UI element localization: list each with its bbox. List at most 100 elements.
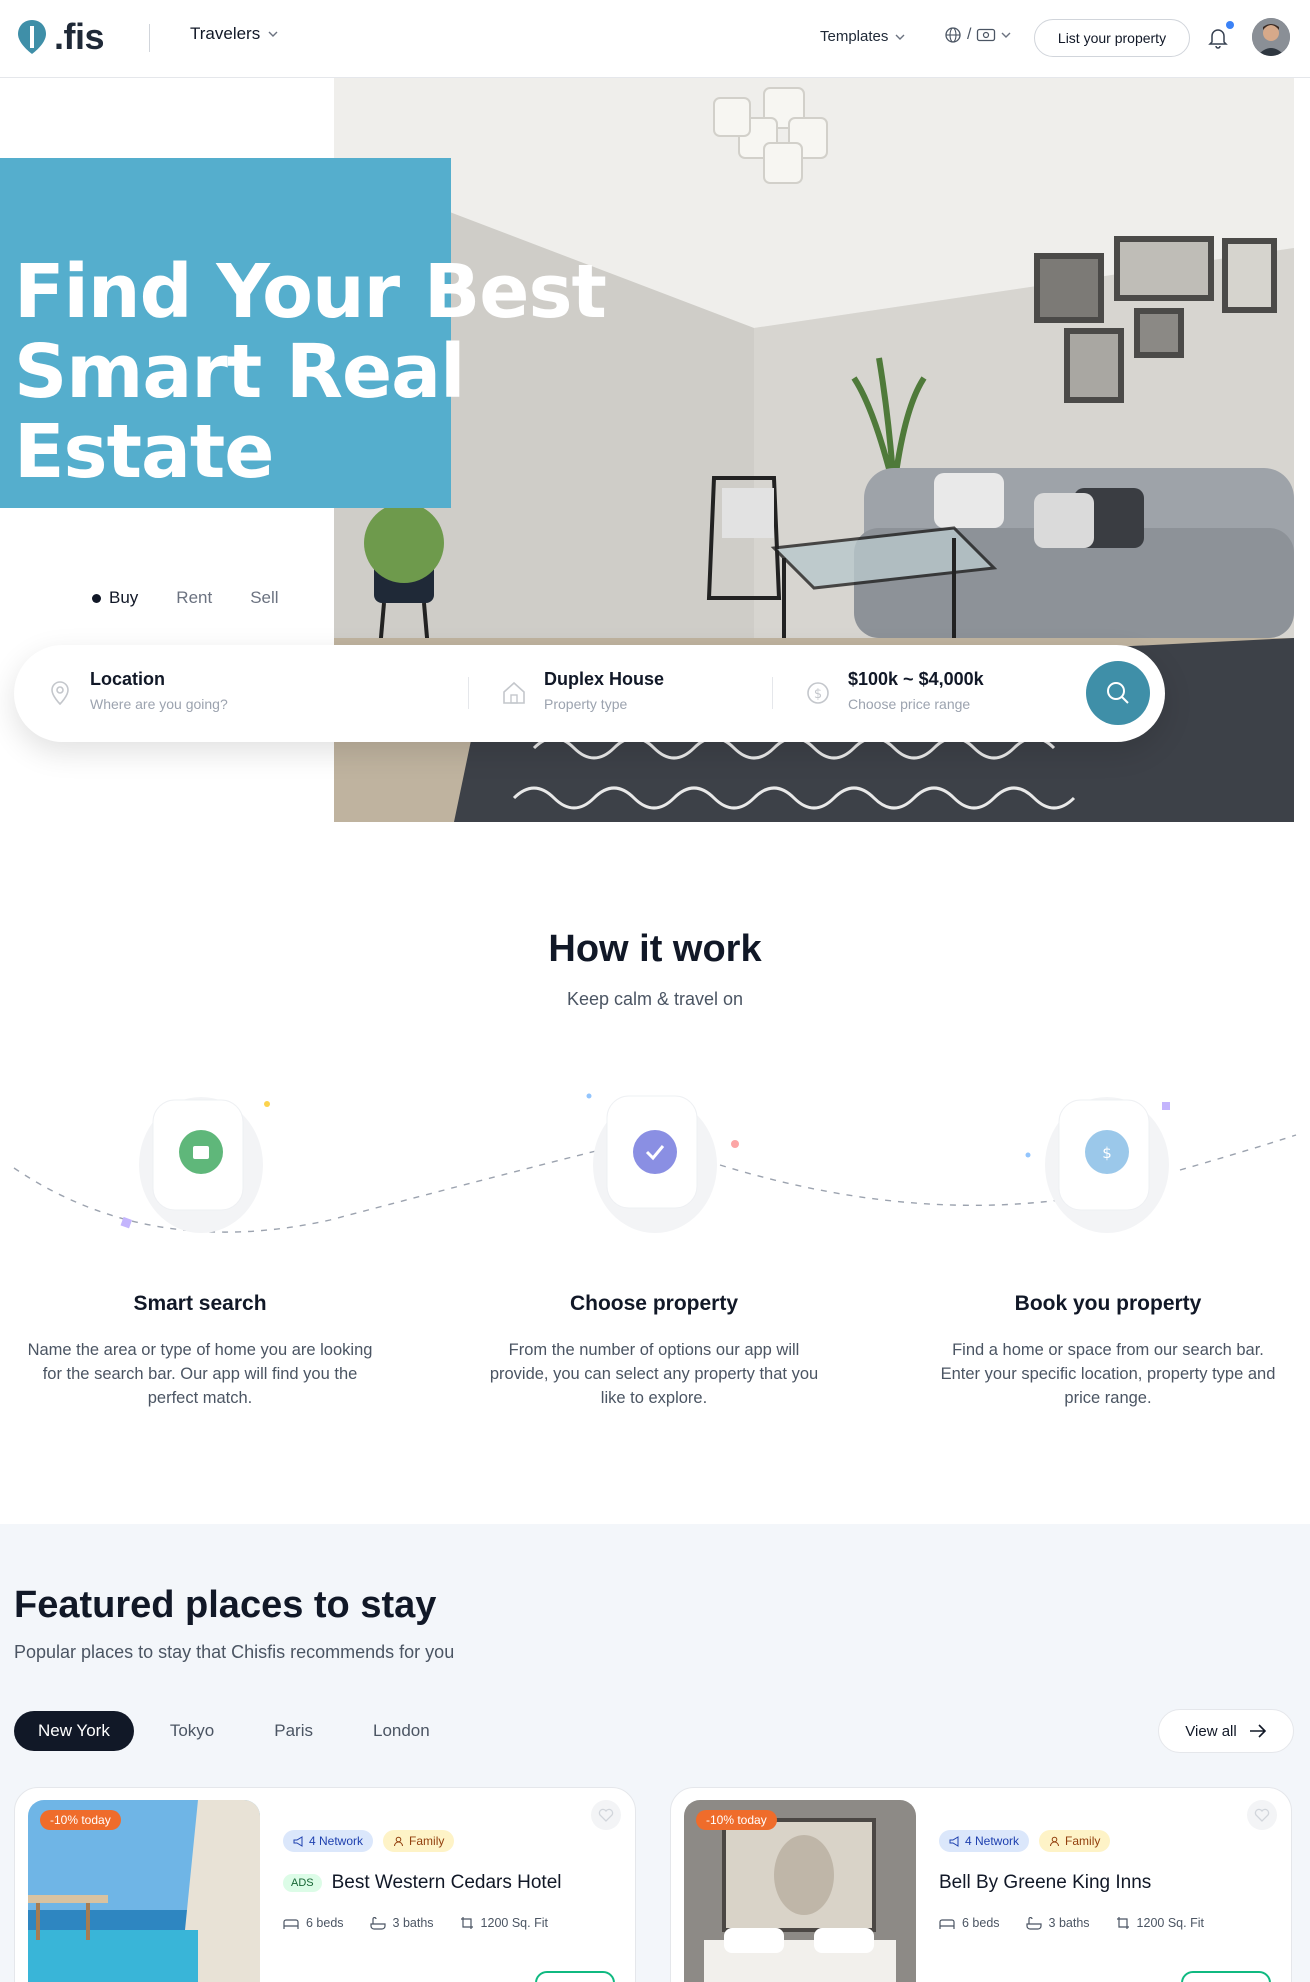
search-button[interactable] (1086, 661, 1150, 725)
user-icon (1050, 1836, 1060, 1846)
tab-tokyo[interactable]: Tokyo (146, 1711, 238, 1751)
price-range-field[interactable]: $ $100k ~ $4,000k Choose price range (804, 669, 984, 712)
home-icon (503, 681, 525, 704)
network-badge: 4 Network (939, 1830, 1030, 1852)
tab-rent[interactable]: Rent (176, 588, 212, 608)
step-illustration-search (131, 1090, 271, 1240)
map-pin-icon (51, 681, 69, 706)
svg-text:$: $ (1102, 1144, 1112, 1162)
ads-badge: ADS (283, 1874, 322, 1892)
area-icon (1116, 1917, 1129, 1929)
logo[interactable]: .fis (16, 16, 105, 58)
bell-icon[interactable] (1206, 25, 1230, 49)
templates-label: Templates (820, 28, 889, 45)
network-label: 4 Network (965, 1834, 1020, 1848)
step-title-book-property: Book you property (1014, 1292, 1202, 1315)
step-illustration-book: $ (1037, 1090, 1177, 1240)
price-badge (535, 1971, 615, 1982)
listing-image[interactable]: -10% today (28, 1800, 260, 1982)
tab-london[interactable]: London (349, 1711, 454, 1751)
tab-sell[interactable]: Sell (250, 588, 278, 608)
area-icon (460, 1917, 473, 1929)
step-title-choose-property: Choose property (569, 1292, 739, 1315)
family-badge: Family (1039, 1830, 1111, 1852)
travelers-dropdown[interactable]: Travelers (190, 24, 278, 44)
bath-icon (369, 1916, 386, 1930)
search-divider (772, 677, 773, 709)
travelers-label: Travelers (190, 24, 261, 43)
chevron-down-icon (895, 34, 905, 40)
step-illustration-choose (585, 1090, 725, 1240)
view-all-label: View all (1185, 1722, 1237, 1740)
avatar-image (1252, 18, 1290, 56)
property-type-field[interactable]: Duplex House Property type (500, 669, 664, 712)
property-type-sub: Property type (544, 696, 628, 712)
header-divider (149, 24, 150, 52)
listing-card[interactable]: -10% today 4 Network Family ADS Best Wes… (14, 1787, 636, 1982)
listing-name[interactable]: Bell By Greene King Inns (939, 1872, 1151, 1894)
step-desc-smart-search: Name the area or type of home you are lo… (27, 1341, 373, 1407)
search-bar: Location Where are you going? Duplex Hou… (14, 645, 1165, 742)
templates-dropdown[interactable]: Templates (820, 28, 905, 45)
logo-text: .fis (54, 16, 105, 57)
tab-paris[interactable]: Paris (250, 1711, 337, 1751)
beds-label: 6 beds (306, 1916, 344, 1930)
beds-info: 6 beds (283, 1916, 344, 1930)
discount-badge: -10% today (696, 1810, 777, 1830)
listing-name[interactable]: Best Western Cedars Hotel (332, 1872, 562, 1894)
baths-info: 3 baths (1025, 1916, 1090, 1930)
price-range-title: $100k ~ $4,000k (848, 669, 984, 689)
bed-icon (939, 1918, 955, 1929)
price-range-sub: Choose price range (848, 696, 971, 712)
chevron-down-icon (268, 31, 278, 37)
baths-label: 3 baths (392, 1916, 434, 1930)
currency-icon (977, 28, 996, 42)
location-field[interactable]: Location Where are you going? (46, 669, 228, 712)
step-title-smart-search: Smart search (133, 1292, 267, 1315)
property-type-title: Duplex House (544, 669, 665, 689)
listing-card[interactable]: -10% today 4 Network Family Bell By Gree… (670, 1787, 1292, 1982)
globe-icon (945, 27, 961, 43)
listing-badges: 4 Network Family (939, 1830, 1111, 1852)
area-label: 1200 Sq. Fit (480, 1916, 548, 1930)
chevron-down-icon (1001, 32, 1011, 38)
family-label: Family (1065, 1834, 1101, 1848)
listing-title-row: ADS Best Western Cedars Hotel (283, 1872, 561, 1894)
step-desc-choose-property: From the number of options our app will … (489, 1341, 819, 1407)
step-desc-book-property: Find a home or space from our search bar… (940, 1341, 1276, 1407)
beds-label: 6 beds (962, 1916, 1000, 1930)
bath-icon (1025, 1916, 1042, 1930)
svg-text:$: $ (814, 687, 822, 702)
tab-sell-label: Sell (250, 588, 279, 607)
location-placeholder: Where are you going? (90, 696, 228, 712)
list-property-button[interactable]: List your property (1034, 19, 1190, 57)
discount-badge: -10% today (40, 1810, 121, 1830)
language-currency-dropdown[interactable]: / (944, 26, 1011, 44)
beds-info: 6 beds (939, 1916, 1000, 1930)
city-tabs: New York Tokyo Paris London (14, 1711, 454, 1751)
view-all-button[interactable]: View all (1158, 1709, 1294, 1753)
megaphone-icon (949, 1835, 959, 1847)
listing-image[interactable]: -10% today (684, 1800, 916, 1982)
tab-buy[interactable]: Buy (92, 588, 138, 608)
network-label: 4 Network (309, 1834, 364, 1848)
area-info: 1200 Sq. Fit (460, 1916, 548, 1930)
active-dot (92, 593, 101, 603)
featured-subtitle: Popular places to stay that Chisfis reco… (14, 1642, 455, 1662)
hero-title-line2: Smart Real Estate (14, 329, 465, 495)
favorite-button[interactable] (1247, 1800, 1277, 1830)
tab-new-york[interactable]: New York (14, 1711, 134, 1751)
baths-label: 3 baths (1048, 1916, 1090, 1930)
featured-title: Featured places to stay (14, 1584, 437, 1626)
bed-icon (283, 1918, 299, 1929)
tab-rent-label: Rent (176, 588, 213, 607)
listing-amenities: 6 beds 3 baths 1200 Sq. Fit (283, 1916, 548, 1930)
avatar[interactable] (1252, 18, 1290, 56)
listing-type-tabs: Buy Rent Sell (92, 588, 279, 608)
search-divider (468, 677, 469, 709)
megaphone-icon (293, 1835, 303, 1847)
hero-title-line1: Find Your Best (14, 249, 607, 335)
tab-buy-label: Buy (109, 588, 139, 607)
favorite-button[interactable] (591, 1800, 621, 1830)
heart-icon (598, 1808, 614, 1822)
